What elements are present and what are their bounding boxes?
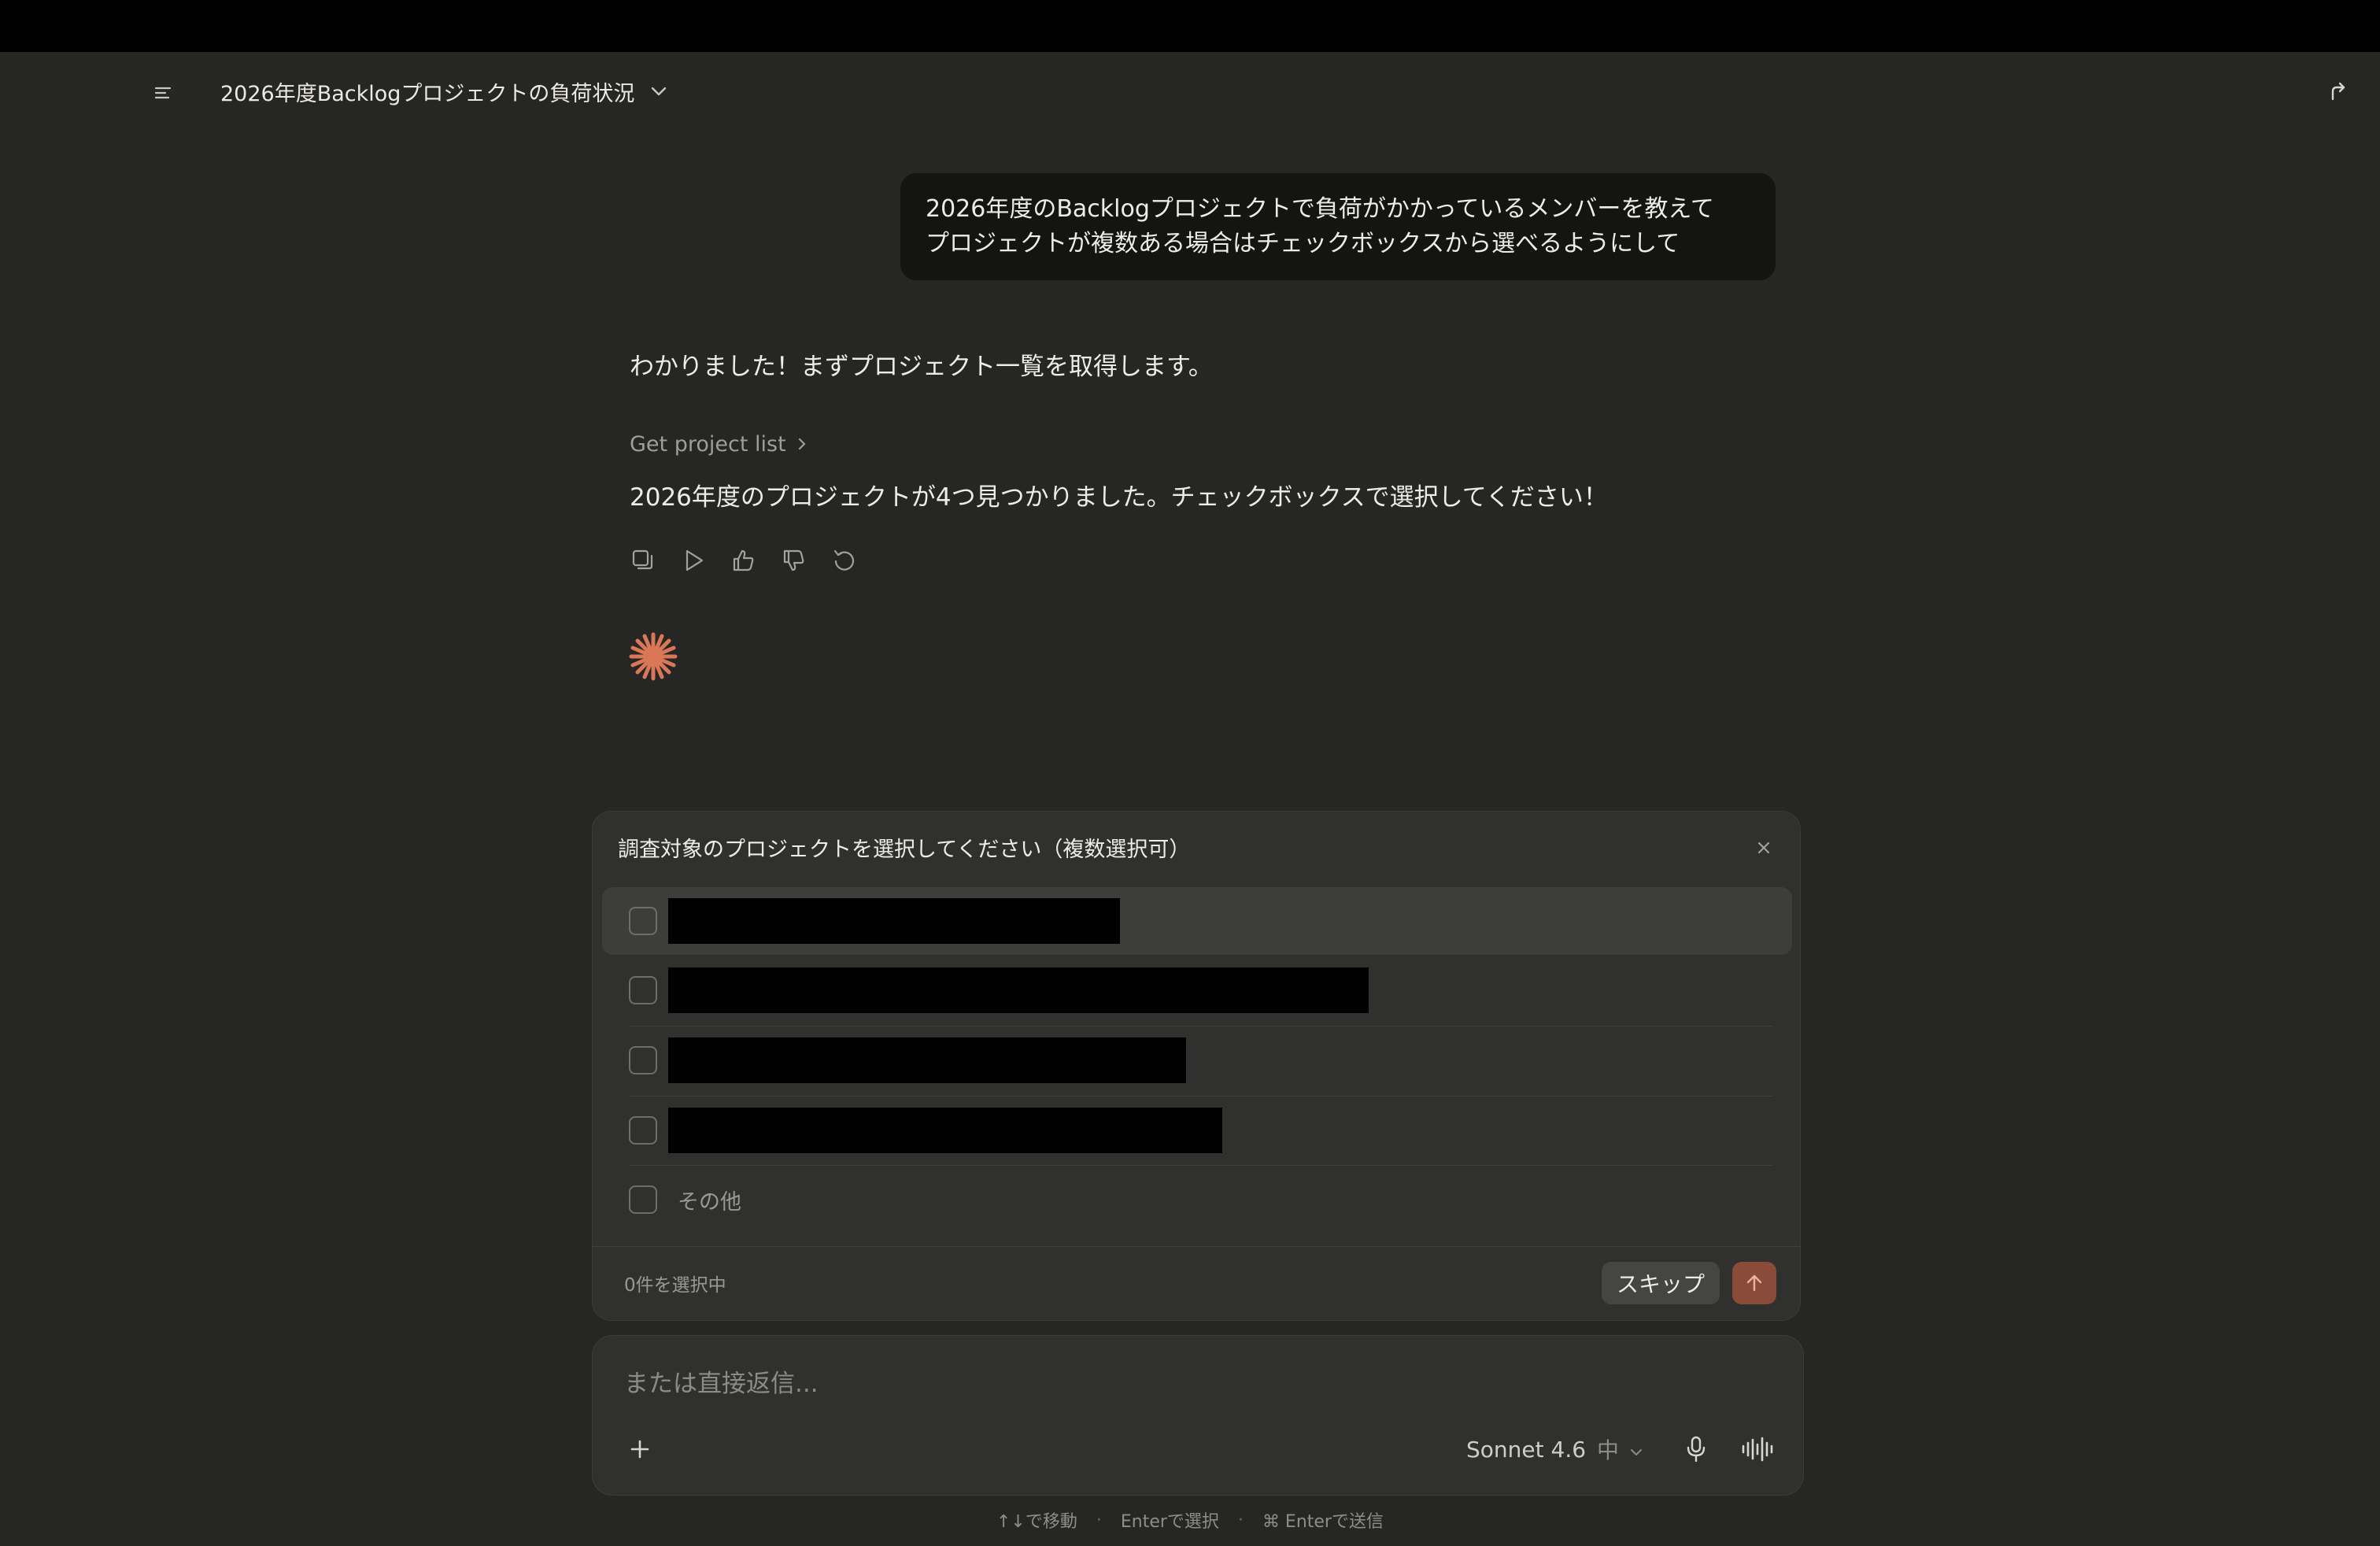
option-divider: [629, 1165, 1773, 1166]
assistant-message-result: 2026年度のプロジェクトが4つ見つかりました。チェックボックスで選択してくださ…: [630, 483, 1608, 512]
redacted-option-label: [668, 967, 1369, 1013]
conversation-title: 2026年度Backlogプロジェクトの負荷状況: [220, 81, 635, 106]
user-message: 2026年度のBacklogプロジェクトで負荷がかかっているメンバーを教えて プ…: [900, 173, 1776, 280]
model-name: Sonnet 4.6: [1466, 1436, 1587, 1463]
model-selector[interactable]: Sonnet 4.6 中: [1466, 1430, 1643, 1468]
option-checkbox[interactable]: [629, 1116, 657, 1145]
plus-icon[interactable]: [619, 1429, 660, 1470]
question-title: 調査対象のプロジェクトを選択してください（複数選択可）: [618, 838, 1191, 862]
hint-send: ⌘ Enterで送信: [1262, 1512, 1384, 1532]
model-effort: 中: [1597, 1437, 1620, 1463]
reply-input[interactable]: [624, 1364, 1757, 1404]
option-row[interactable]: [602, 887, 1792, 955]
retry-icon[interactable]: [828, 543, 861, 578]
chevron-down-icon: [650, 86, 667, 97]
share-icon[interactable]: [2320, 74, 2355, 109]
option-checkbox[interactable]: [629, 1046, 657, 1074]
copy-icon[interactable]: [626, 543, 660, 578]
option-checkbox[interactable]: [629, 976, 657, 1004]
claude-spark-icon: [626, 630, 680, 683]
conversation-header: 2026年度Backlogプロジェクトの負荷状況: [0, 52, 2380, 128]
option-checkbox[interactable]: [629, 1185, 657, 1214]
keyboard-hints: ↑↓で移動 · Enterで選択 · ⌘ Enterで送信: [0, 1507, 2380, 1533]
window-top-bar: [0, 0, 2380, 52]
chevron-right-icon: [797, 437, 807, 451]
play-icon[interactable]: [677, 543, 710, 578]
microphone-icon[interactable]: [1676, 1429, 1717, 1470]
user-message-line: 2026年度のBacklogプロジェクトで負荷がかかっているメンバーを教えて: [926, 195, 1714, 223]
option-divider: [629, 1096, 1773, 1097]
hint-separator: ·: [1096, 1510, 1102, 1530]
redacted-option-label: [668, 1108, 1222, 1153]
selected-count: 0件を選択中: [624, 1275, 726, 1296]
thumbs-down-icon[interactable]: [778, 543, 811, 578]
message-actions: [626, 543, 861, 578]
hint-select: Enterで選択: [1120, 1512, 1219, 1532]
hint-move: ↑↓で移動: [996, 1512, 1077, 1532]
composer: Sonnet 4.6 中: [592, 1335, 1804, 1496]
redacted-option-label: [668, 898, 1120, 944]
sidebar-toggle-icon[interactable]: [148, 77, 179, 109]
hint-separator: ·: [1237, 1510, 1244, 1530]
option-row-other[interactable]: その他: [602, 1165, 1792, 1233]
option-label: その他: [678, 1190, 741, 1215]
thumbs-up-icon[interactable]: [727, 543, 760, 578]
user-message-line: プロジェクトが複数ある場合はチェックボックスから選べるようにして: [926, 230, 1680, 257]
submit-button[interactable]: [1732, 1262, 1776, 1304]
option-row[interactable]: [602, 1026, 1792, 1094]
tool-call-get-project-list[interactable]: Get project list: [630, 428, 807, 460]
option-row[interactable]: [602, 1096, 1792, 1164]
skip-button[interactable]: スキップ: [1602, 1262, 1720, 1304]
chevron-down-icon: [1630, 1437, 1643, 1463]
redacted-option-label: [668, 1037, 1186, 1083]
close-icon[interactable]: [1748, 832, 1779, 864]
voice-mode-icon[interactable]: [1735, 1429, 1779, 1470]
question-panel: 調査対象のプロジェクトを選択してください（複数選択可） その他 0件を選択中 ス…: [592, 811, 1801, 1321]
option-row[interactable]: [602, 956, 1792, 1024]
option-checkbox[interactable]: [629, 907, 657, 935]
assistant-message-intro: わかりました！まずプロジェクト一覧を取得します。: [630, 353, 1213, 381]
arrow-up-icon: [1746, 1274, 1762, 1292]
question-footer-divider: [593, 1246, 1800, 1247]
conversation-title-menu[interactable]: 2026年度Backlogプロジェクトの負荷状況: [220, 74, 667, 109]
tool-call-label: Get project list: [630, 431, 786, 457]
